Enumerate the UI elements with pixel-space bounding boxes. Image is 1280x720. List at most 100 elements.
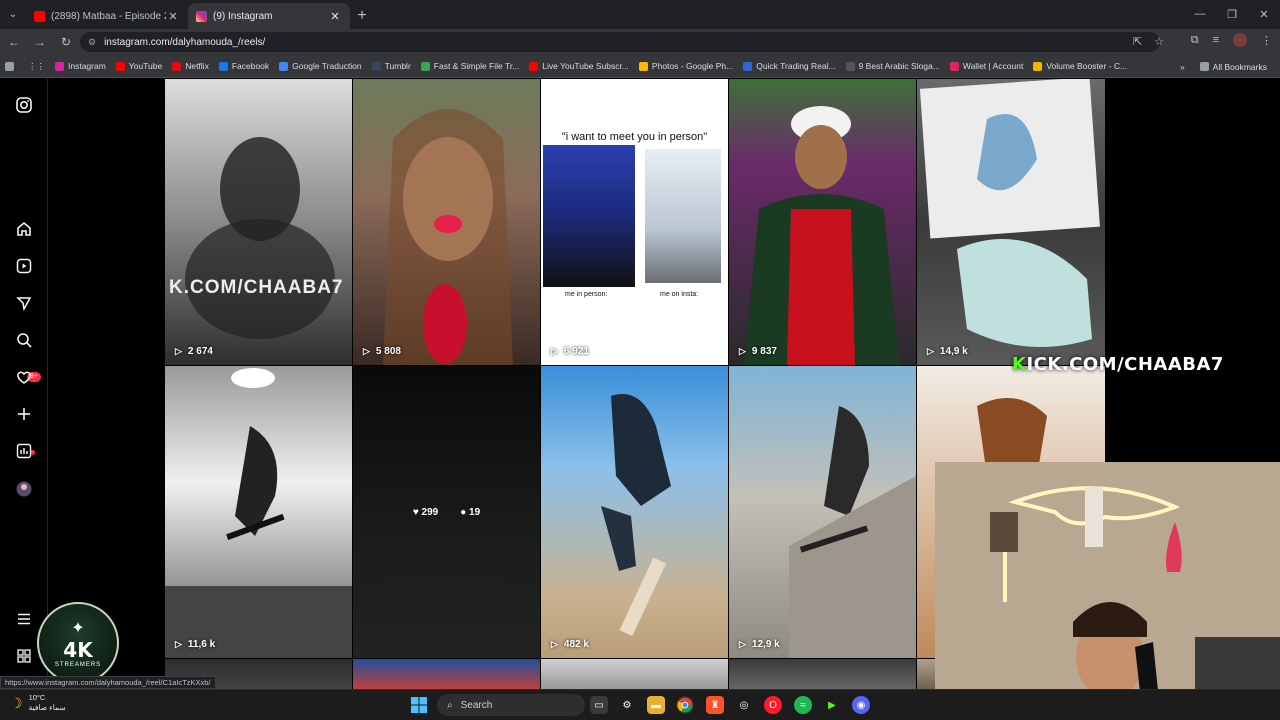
dashboard-icon[interactable] <box>14 441 34 461</box>
view-count-value: 9 837 <box>751 346 777 357</box>
reel-thumbnail[interactable] <box>541 659 728 689</box>
google-photos-icon <box>638 61 648 71</box>
brave-icon[interactable]: ♜ <box>706 696 724 714</box>
bookmark-google-traduction[interactable]: Google Traduction <box>274 56 366 76</box>
extensions-icon[interactable]: ⧉ <box>1191 34 1199 47</box>
bookmark-live-youtube[interactable]: Live YouTube Subscr... <box>524 56 634 76</box>
reel-thumbnail[interactable]: ▷ 12,9 k <box>729 366 916 658</box>
reel-thumbnail[interactable]: ▷ 11,6 k <box>165 366 352 658</box>
chrome-icon[interactable] <box>676 696 694 714</box>
restore-icon[interactable]: ❐ <box>1216 0 1248 28</box>
opera-icon[interactable]: O <box>764 696 782 714</box>
new-tab-button[interactable]: + <box>350 3 374 29</box>
man-red-shirt-figure <box>744 106 899 365</box>
bookmark-instagram[interactable]: Instagram <box>50 56 111 76</box>
file-transfer-icon <box>420 61 430 71</box>
instagram-logo-icon[interactable] <box>14 95 34 115</box>
back-icon[interactable]: ← <box>2 30 26 54</box>
messages-icon[interactable] <box>14 293 34 313</box>
discord-icon[interactable]: ◉ <box>852 696 870 714</box>
install-app-icon[interactable]: ⇱ <box>1133 35 1142 48</box>
browser-toolbar: ← → ↻ ⚙ instagram.com/dalyhamouda_/reels… <box>0 29 1280 55</box>
taskbar-search[interactable]: ⌕ Search <box>437 694 585 716</box>
bookmark-quick-trading[interactable]: Quick Trading Real... <box>738 56 840 76</box>
view-count: ▷ 12,9 k <box>739 639 780 650</box>
reel-thumbnail[interactable]: ▷ 482 k <box>541 366 728 658</box>
reload-icon[interactable]: ↻ <box>54 30 78 54</box>
close-tab-icon[interactable]: ✕ <box>328 10 342 23</box>
kick-app-icon[interactable]: ▶ <box>823 696 841 714</box>
file-explorer-icon[interactable]: ▬ <box>647 696 665 714</box>
folder-icon <box>1199 62 1209 71</box>
search-icon[interactable] <box>14 330 34 350</box>
reel-thumbnail[interactable]: ▷ 5 808 <box>353 79 540 365</box>
reel-thumbnail[interactable]: ▷ 14,9 k <box>917 79 1105 365</box>
close-tab-icon[interactable]: ✕ <box>166 10 180 23</box>
tab-instagram[interactable]: (9) Instagram ✕ <box>188 3 350 29</box>
meme-left-image <box>543 145 635 287</box>
spotify-icon[interactable]: ≈ <box>794 696 812 714</box>
site-info-icon[interactable]: ⚙ <box>88 37 96 48</box>
apps-grid-icon[interactable]: ⋮⋮ <box>23 56 50 76</box>
view-count: ▷ 5 808 <box>363 346 401 357</box>
profile-avatar[interactable] <box>1233 33 1247 47</box>
more-menu-icon[interactable] <box>14 609 34 629</box>
reel-thumbnail[interactable]: K.COM/CHAABA7 ▷ 2 674 <box>165 79 352 365</box>
view-count: ▷ 2 674 <box>175 346 213 357</box>
bookmark-facebook[interactable]: Facebook <box>214 56 274 76</box>
weather-widget[interactable]: ☽ 10°C سماء صافية <box>10 693 66 713</box>
address-bar[interactable]: ⚙ instagram.com/dalyhamouda_/reels/ <box>80 32 1160 52</box>
minimize-icon[interactable]: — <box>1184 0 1216 28</box>
bookmark-label: Live YouTube Subscr... <box>542 61 629 71</box>
bookmark-google-photos[interactable]: Photos - Google Ph... <box>634 56 738 76</box>
notifications-heart-icon[interactable] <box>14 367 34 387</box>
reels-icon[interactable] <box>14 256 34 276</box>
view-count-value: 12,9 k <box>751 639 780 650</box>
blurred-face-figure <box>185 137 335 339</box>
reel-thumbnail[interactable]: "i want to meet you in person" me in per… <box>541 79 728 365</box>
bookmark-label: Wallet | Account <box>962 61 1024 71</box>
profile-avatar[interactable] <box>14 479 34 499</box>
obs-icon[interactable]: ◎ <box>735 696 753 714</box>
more-bookmarks-chevron-icon[interactable]: » <box>1180 62 1185 72</box>
bookmark-label: Fast & Simple File Tr... <box>433 61 520 71</box>
task-view-icon[interactable]: ▭ <box>590 696 608 714</box>
close-window-icon[interactable]: ✕ <box>1248 0 1280 28</box>
reel-thumbnail[interactable] <box>729 659 916 689</box>
reel-thumbnail[interactable]: ▷ 9 837 <box>729 79 916 365</box>
home-icon[interactable] <box>14 219 34 239</box>
bookmark-arabic-slogans[interactable]: 9 Best Arabic Sloga... <box>841 56 945 76</box>
tab-youtube[interactable]: (2898) Matbaa - Episode 2 | 2 ✕ <box>26 3 188 29</box>
all-bookmarks-button[interactable]: All Bookmarks <box>1195 57 1272 77</box>
settings-gear-icon[interactable]: ⚙ <box>618 696 636 714</box>
also-from-meta-icon[interactable] <box>14 646 34 666</box>
create-plus-icon[interactable] <box>14 404 34 424</box>
bookmark-tumblr[interactable]: Tumblr <box>367 56 416 76</box>
tab-search-chevron-icon[interactable]: ⌄ <box>0 0 26 29</box>
bookmark-wallet[interactable]: Wallet | Account <box>945 56 1028 76</box>
bookmark-item-placeholder[interactable] <box>0 56 23 76</box>
bookmark-label: Netflix <box>185 61 209 71</box>
forward-icon[interactable]: → <box>28 30 52 54</box>
url-text: instagram.com/dalyhamouda_/reels/ <box>104 36 266 48</box>
skateboarder-jump-figure <box>165 368 352 658</box>
media-controls-icon[interactable]: ≡ <box>1213 34 1219 46</box>
browser-tab-bar: ⌄ (2898) Matbaa - Episode 2 | 2 ✕ (9) In… <box>0 0 1280 29</box>
bookmark-label: Tumblr <box>384 61 411 71</box>
likes-stat: ♥ 299 <box>413 507 438 518</box>
bookmark-volume-booster[interactable]: Volume Booster - C... <box>1028 56 1132 76</box>
youtube-favicon-icon <box>34 10 45 22</box>
kick-channel-text: ICK.COM/CHAABA7 <box>1026 354 1224 375</box>
reel-thumbnail-hovered[interactable]: ♥ 299 ● 19 <box>353 366 540 658</box>
bookmark-file-transfer[interactable]: Fast & Simple File Tr... <box>416 56 525 76</box>
windows-start-icon[interactable] <box>410 696 428 714</box>
play-icon: ▷ <box>927 346 934 356</box>
bookmark-star-icon[interactable]: ☆ <box>1154 35 1164 48</box>
likes-count: 299 <box>421 506 439 518</box>
volume-booster-icon <box>1033 61 1043 71</box>
reel-thumbnail[interactable] <box>353 659 540 689</box>
bookmark-youtube[interactable]: YouTube <box>111 56 167 76</box>
chrome-menu-icon[interactable]: ⋮ <box>1261 34 1272 47</box>
tab-title: (9) Instagram <box>213 10 273 22</box>
bookmark-netflix[interactable]: Netflix <box>167 56 214 76</box>
